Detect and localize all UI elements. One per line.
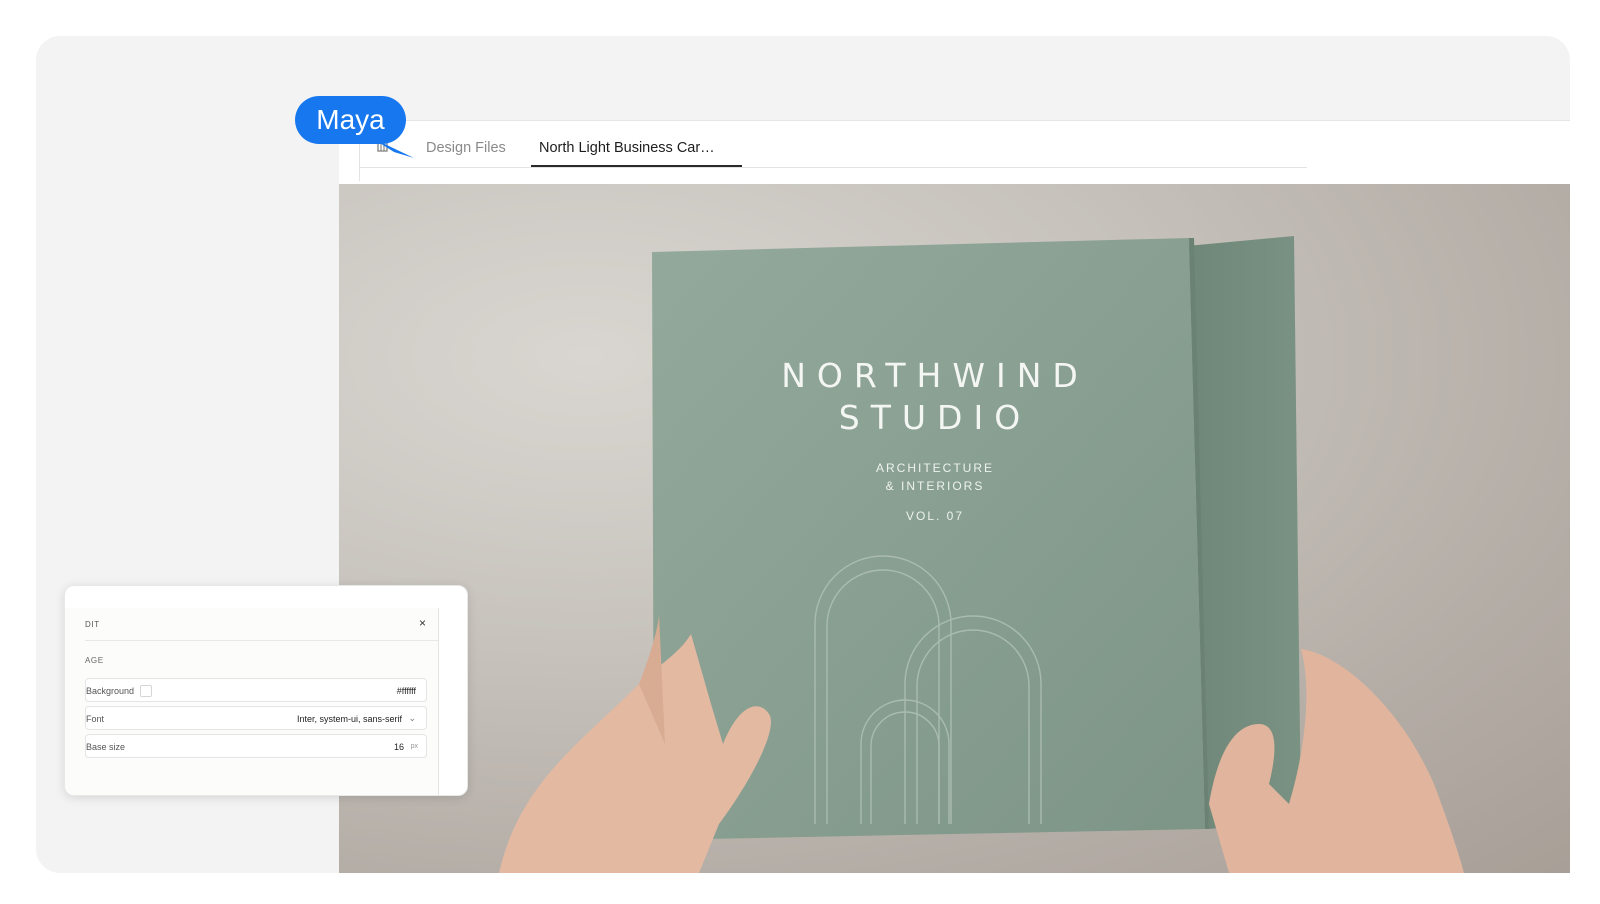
- field-label: Background: [86, 686, 135, 696]
- divider: [359, 167, 1307, 168]
- close-icon[interactable]: ×: [419, 616, 426, 630]
- font-select[interactable]: Font Inter, system-ui, sans-serif ⌄: [85, 706, 427, 730]
- active-tab-indicator: [531, 165, 742, 167]
- field-label: Base size: [86, 742, 126, 752]
- cover-title-line2: STUDIO: [838, 398, 1032, 437]
- field-label: Font: [86, 714, 105, 724]
- panel-header: DIT ×: [85, 608, 438, 641]
- panel-body: DIT × AGE Background #ffffff Font Inter,…: [65, 608, 439, 795]
- base-size-field[interactable]: Base size 16 px: [85, 734, 427, 758]
- field-value: Inter, system-ui, sans-serif: [296, 714, 402, 724]
- section-label: AGE: [85, 656, 104, 665]
- cover-subtitle-line1: ARCHITECTURE: [875, 461, 994, 475]
- panel-title: DIT: [85, 620, 100, 629]
- unit-label: px: [410, 743, 418, 750]
- style-editor-panel: DIT × AGE Background #ffffff Font Inter,…: [64, 585, 468, 796]
- cover-subtitle-line2: & INTERIORS: [885, 479, 985, 493]
- tab-north-light[interactable]: North Light Business Car…: [539, 139, 715, 157]
- chevron-down-icon: ⌄: [408, 713, 416, 723]
- field-value: #ffffff: [396, 686, 416, 696]
- field-value: 16: [393, 742, 404, 752]
- tab-bar: Design Files North Light Business Car…: [339, 120, 1570, 184]
- background-field[interactable]: Background #ffffff: [85, 678, 427, 702]
- cursor-pointer-icon: [372, 138, 414, 158]
- cover-title-line1: NORTHWIND: [781, 356, 1089, 395]
- brochure-mockup-image: [499, 236, 1464, 873]
- tab-design-files[interactable]: Design Files: [426, 139, 506, 157]
- design-preview: NORTHWIND STUDIO ARCHITECTURE & INTERIOR…: [339, 184, 1570, 873]
- cover-volume: VOL. 07: [905, 509, 965, 523]
- color-swatch[interactable]: [140, 685, 152, 697]
